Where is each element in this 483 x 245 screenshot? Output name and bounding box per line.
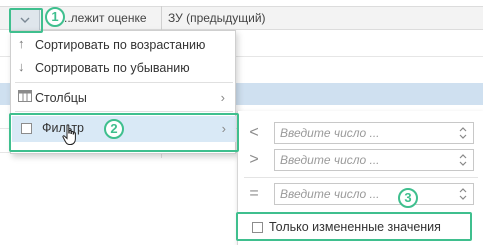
menu-divider <box>15 82 233 83</box>
number-input[interactable] <box>275 123 455 143</box>
menu-item-columns[interactable]: Столбцы › <box>11 87 235 109</box>
callout-badge-2: 2 <box>104 119 124 139</box>
highlight-box-3 <box>236 212 472 241</box>
arrow-down-icon: ↓ <box>18 59 25 74</box>
menu-item-label: Сортировать по возрастанию <box>35 38 206 52</box>
greater-than-number-input[interactable] <box>274 149 474 171</box>
less-than-icon: < <box>249 124 259 141</box>
less-than-number-input[interactable] <box>274 122 474 144</box>
menu-item-label: Сортировать по убыванию <box>35 61 190 75</box>
spinner-icon[interactable] <box>457 126 469 140</box>
highlight-box-2 <box>9 113 239 152</box>
menu-item-label: Столбцы <box>35 91 87 105</box>
column-header-zu-previous[interactable]: ЗУ (предыдущий) <box>168 11 266 25</box>
callout-badge-1: 1 <box>45 7 65 27</box>
equals-icon: = <box>249 185 259 202</box>
number-input[interactable] <box>275 150 455 170</box>
arrow-up-icon: ↑ <box>18 36 25 51</box>
spinner-icon[interactable] <box>457 153 469 167</box>
menu-divider <box>15 111 233 112</box>
menu-item-sort-desc[interactable]: ↓ Сортировать по убыванию <box>11 57 235 79</box>
chevron-right-icon: › <box>220 90 225 105</box>
menu-item-sort-asc[interactable]: ↑ Сортировать по возрастанию <box>11 34 235 56</box>
equals-number-input[interactable] <box>274 183 474 205</box>
highlight-box-1 <box>9 8 43 33</box>
columns-icon <box>18 90 32 105</box>
column-header-assessment[interactable]: ..лежит оценке <box>64 11 147 25</box>
spinner-icon[interactable] <box>457 187 469 201</box>
callout-badge-3: 3 <box>398 188 418 208</box>
submenu-divider <box>244 177 478 178</box>
hand-cursor-icon <box>62 124 76 145</box>
number-input[interactable] <box>275 184 455 204</box>
greater-than-icon: > <box>249 151 259 168</box>
column-separator[interactable] <box>161 6 162 30</box>
